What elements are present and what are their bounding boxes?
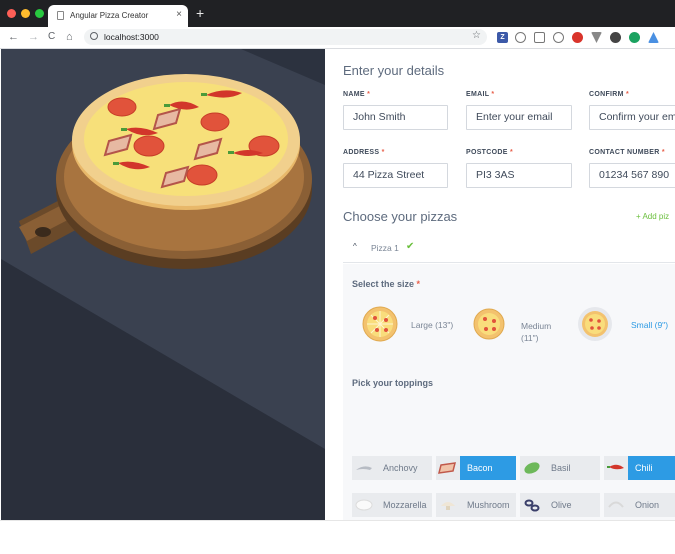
details-title: Enter your details	[343, 63, 445, 78]
name-label: NAME *	[343, 91, 371, 98]
topping-mozzarella[interactable]: Mozzarella	[352, 493, 432, 517]
page-bottom-area	[0, 520, 675, 554]
browser-toolbar: ← → C ⌂ localhost:3000 ☆ Z	[0, 27, 675, 49]
topping-label: Olive	[551, 500, 572, 510]
bacon-icon	[436, 456, 460, 480]
address-url: localhost:3000	[104, 32, 159, 42]
topping-label: Mushroom	[467, 500, 510, 510]
back-button[interactable]: ←	[8, 30, 19, 44]
confirm-email-label: CONFIRM *	[589, 91, 630, 98]
size-title: Select the size *	[352, 279, 421, 289]
reload-button[interactable]: C	[48, 30, 55, 44]
extension-z-icon[interactable]: Z	[497, 32, 508, 43]
onion-icon	[604, 493, 628, 517]
medium-pizza-icon	[473, 308, 505, 340]
bookmark-star-icon[interactable]: ☆	[472, 30, 481, 41]
contact-number-label: CONTACT NUMBER *	[589, 149, 665, 156]
extension-page-icon[interactable]	[534, 32, 545, 43]
postcode-field[interactable]: PI3 3AS	[466, 163, 572, 188]
mozzarella-icon	[352, 493, 376, 517]
size-option-small[interactable]: Small (9")	[577, 306, 675, 346]
topping-label: Basil	[551, 463, 571, 473]
pizza-options-panel: Select the size * Large (13") Medium (11…	[343, 264, 675, 520]
contact-number-field[interactable]: 01234 567 890	[589, 163, 675, 188]
address-field[interactable]: 44 Pizza Street	[343, 163, 448, 188]
small-pizza-icon	[578, 307, 612, 341]
close-window-button[interactable]	[7, 9, 16, 18]
topping-mushroom[interactable]: Mushroom	[436, 493, 516, 517]
size-option-large[interactable]: Large (13")	[362, 306, 462, 346]
postcode-label: POSTCODE *	[466, 149, 513, 156]
topping-label: Chili	[635, 463, 653, 473]
extension-spy-icon[interactable]	[610, 32, 621, 43]
anchovy-icon	[352, 456, 376, 480]
extension-info-icon[interactable]	[553, 32, 564, 43]
browser-titlebar: Angular Pizza Creator × +	[0, 0, 675, 27]
topping-chili[interactable]: Chili	[604, 456, 675, 480]
maximize-window-button[interactable]	[35, 9, 44, 18]
info-icon[interactable]	[90, 32, 98, 40]
size-medium-label-line1: Medium	[521, 321, 552, 331]
pizza-label: Pizza 1	[371, 243, 399, 253]
new-tab-button[interactable]: +	[196, 6, 204, 20]
browser-tab[interactable]: Angular Pizza Creator ×	[48, 5, 188, 27]
minimize-window-button[interactable]	[21, 9, 30, 18]
size-option-medium[interactable]: Medium (11")	[473, 308, 583, 350]
chili-icon	[604, 456, 628, 480]
order-form: Enter your details NAME * John Smith EMA…	[326, 49, 675, 520]
address-bar[interactable]: localhost:3000 ☆	[84, 29, 487, 45]
tab-close-icon[interactable]: ×	[176, 9, 182, 20]
forward-button[interactable]: →	[28, 30, 39, 44]
large-pizza-icon	[362, 306, 398, 342]
extension-adblock-icon[interactable]	[572, 32, 583, 43]
tab-title: Angular Pizza Creator	[70, 11, 149, 20]
confirm-email-field[interactable]: Confirm your em	[589, 105, 675, 130]
email-field[interactable]: Enter your email	[466, 105, 572, 130]
pizza-illustration	[1, 49, 325, 520]
pizza-board-illustration	[1, 49, 325, 520]
name-field[interactable]: John Smith	[343, 105, 448, 130]
topping-anchovy[interactable]: Anchovy	[352, 456, 432, 480]
extension-g-icon[interactable]	[629, 32, 640, 43]
chevron-up-icon: ^	[353, 242, 357, 251]
topping-olive[interactable]: Olive	[520, 493, 600, 517]
check-icon: ✔	[406, 241, 415, 252]
toppings-title: Pick your toppings	[352, 378, 434, 388]
topping-basil[interactable]: Basil	[520, 456, 600, 480]
extension-vee-icon[interactable]	[591, 32, 602, 43]
size-large-label: Large (13")	[411, 320, 454, 330]
size-medium-label-line2: (11")	[521, 333, 539, 343]
basil-icon	[520, 456, 544, 480]
topping-label: Onion	[635, 500, 660, 510]
topping-onion[interactable]: Onion	[604, 493, 675, 517]
extension-globe-icon[interactable]	[515, 32, 526, 43]
home-button[interactable]: ⌂	[66, 30, 73, 44]
page-icon	[57, 11, 64, 20]
address-label: ADDRESS *	[343, 149, 385, 156]
pizzas-title: Choose your pizzas	[343, 209, 458, 224]
size-small-label: Small (9")	[631, 320, 669, 330]
mushroom-icon	[436, 493, 460, 517]
topping-label: Anchovy	[383, 463, 418, 473]
topping-bacon[interactable]: Bacon	[436, 456, 516, 480]
add-pizza-button[interactable]: + Add piz	[636, 212, 669, 221]
pizza-accordion-header[interactable]: ^ Pizza 1 ✔	[343, 232, 675, 263]
olive-icon	[520, 493, 544, 517]
topping-label: Bacon	[467, 463, 493, 473]
extension-bolt-icon[interactable]	[648, 32, 659, 43]
email-label: EMAIL *	[466, 91, 495, 98]
topping-label: Mozzarella	[383, 500, 427, 510]
